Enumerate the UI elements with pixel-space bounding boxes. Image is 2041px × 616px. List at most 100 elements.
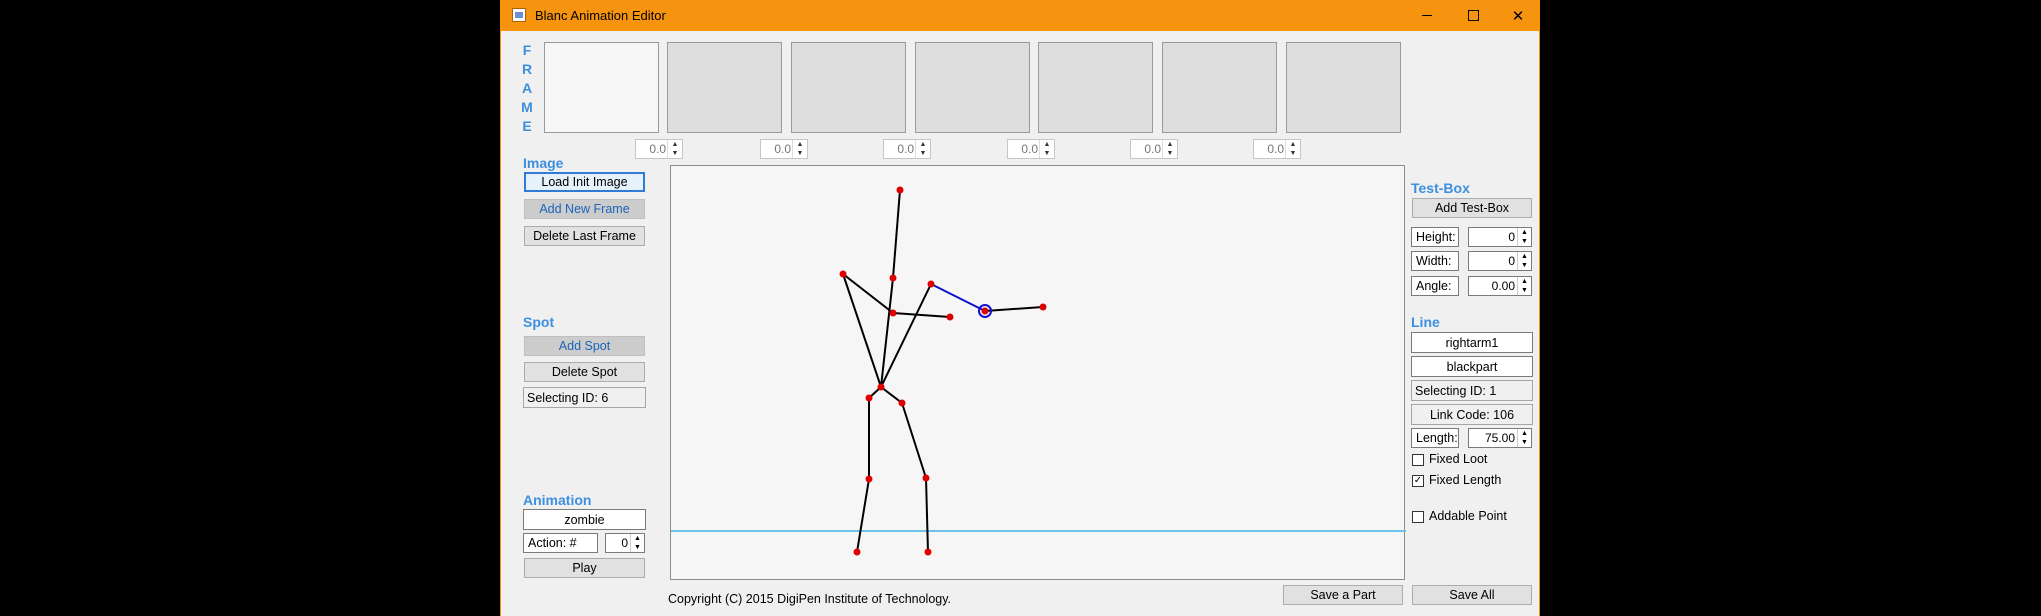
width-spinner[interactable]: 0 ▲ ▼	[1468, 251, 1532, 271]
fixed-length-checkbox[interactable]: ✓	[1412, 475, 1424, 487]
bone-leftarm[interactable]	[842, 273, 882, 388]
width-value: 0	[1508, 254, 1515, 268]
width-label: Width:	[1411, 251, 1459, 271]
joint-right-foot[interactable]	[924, 548, 932, 556]
angle-spinner[interactable]: 0.00 ▲ ▼	[1468, 276, 1532, 296]
bone-left-shin[interactable]	[856, 478, 870, 553]
spinner-arrows-icon[interactable]: ▲ ▼	[1517, 252, 1531, 270]
joint-head[interactable]	[896, 186, 904, 194]
frame-duration-value: 0.0	[897, 142, 914, 156]
spinner-arrows-icon[interactable]: ▲ ▼	[915, 140, 930, 158]
line-part-input[interactable]: blackpart	[1411, 356, 1533, 377]
joint-chest[interactable]	[889, 309, 897, 317]
height-value: 0	[1508, 230, 1515, 244]
bone-rightarm-root[interactable]	[880, 283, 932, 388]
frame-thumbnail-3[interactable]	[791, 42, 906, 133]
spinner-arrows-icon[interactable]: ▲ ▼	[1039, 140, 1054, 158]
frame-thumbnail-2[interactable]	[667, 42, 782, 133]
add-testbox-button[interactable]: Add Test-Box	[1412, 198, 1532, 218]
skeleton-bones	[842, 189, 1044, 553]
bone-hip-right[interactable]	[880, 386, 903, 404]
spot-selecting-id: Selecting ID: 6	[523, 387, 646, 408]
action-number-spinner[interactable]: 0 ▲ ▼	[605, 533, 645, 553]
spinner-arrows-icon[interactable]: ▲ ▼	[1285, 140, 1300, 158]
bone-right-shin[interactable]	[925, 477, 929, 553]
joint-left-elbow[interactable]	[946, 313, 954, 321]
joint-right-shoulder[interactable]	[927, 280, 935, 288]
image-section-title: Image	[523, 155, 564, 171]
frame-label-letter: R	[521, 61, 533, 77]
app-window: Blanc Animation Editor ✕ F R A M E 0.0 ▲…	[500, 0, 1540, 616]
joint-right-hip[interactable]	[898, 399, 906, 407]
delete-last-frame-button[interactable]: Delete Last Frame	[524, 226, 645, 246]
add-spot-button[interactable]: Add Spot	[524, 336, 645, 356]
copyright-text: Copyright (C) 2015 DigiPen Institute of …	[668, 592, 952, 606]
frame-label-letter: A	[521, 80, 533, 96]
frame-duration-value: 0.0	[1267, 142, 1284, 156]
line-name-input[interactable]: rightarm1	[1411, 332, 1533, 353]
fixed-length-label[interactable]: Fixed Length	[1429, 473, 1501, 487]
bone-rightarm2[interactable]	[984, 306, 1044, 312]
joint-right-elbow[interactable]	[981, 307, 989, 315]
joint-left-hip[interactable]	[865, 394, 873, 402]
length-label: Length:	[1411, 428, 1459, 448]
spinner-arrows-icon[interactable]: ▲ ▼	[1517, 429, 1531, 447]
animation-name-input[interactable]: zombie	[523, 509, 646, 530]
frame-duration-value: 0.0	[649, 142, 666, 156]
action-number-value: 0	[621, 536, 628, 550]
frame-duration-spinner[interactable]: 0.0 ▲ ▼	[760, 139, 808, 159]
joint-left-hand[interactable]	[839, 270, 847, 278]
joint-right-knee[interactable]	[922, 474, 930, 482]
testbox-section-title: Test-Box	[1411, 180, 1470, 196]
addable-point-label[interactable]: Addable Point	[1429, 509, 1507, 523]
height-spinner[interactable]: 0 ▲ ▼	[1468, 227, 1532, 247]
close-icon: ✕	[1511, 7, 1525, 25]
frame-duration-spinner[interactable]: 0.0 ▲ ▼	[883, 139, 931, 159]
link-code-display: Link Code: 106	[1411, 404, 1533, 425]
action-label: Action: #	[523, 533, 598, 553]
frame-thumbnail-7[interactable]	[1286, 42, 1401, 133]
close-button[interactable]: ✕	[1495, 0, 1541, 31]
add-new-frame-button[interactable]: Add New Frame	[524, 199, 645, 219]
frame-thumbnail-5[interactable]	[1038, 42, 1153, 133]
bone-rightarm1-selected[interactable]	[930, 283, 986, 312]
spinner-arrows-icon[interactable]: ▲ ▼	[1162, 140, 1177, 158]
joint-pelvis[interactable]	[877, 383, 885, 391]
addable-point-checkbox[interactable]	[1412, 511, 1424, 523]
spinner-arrows-icon[interactable]: ▲ ▼	[630, 534, 644, 552]
spinner-arrows-icon[interactable]: ▲ ▼	[1517, 228, 1531, 246]
spinner-arrows-icon[interactable]: ▲ ▼	[1517, 277, 1531, 295]
minimize-icon	[1422, 15, 1432, 16]
frame-thumbnail-6[interactable]	[1162, 42, 1277, 133]
skeleton-drawing[interactable]	[671, 166, 1406, 581]
bone-right-thigh[interactable]	[901, 402, 927, 479]
frame-duration-value: 0.0	[1144, 142, 1161, 156]
save-all-button[interactable]: Save All	[1412, 585, 1532, 605]
spinner-arrows-icon[interactable]: ▲ ▼	[792, 140, 807, 158]
load-init-image-button[interactable]: Load Init Image	[524, 172, 645, 192]
save-part-button[interactable]: Save a Part	[1283, 585, 1403, 605]
bone-shoulder[interactable]	[892, 312, 951, 318]
joint-right-hand[interactable]	[1039, 303, 1047, 311]
frame-duration-spinner[interactable]: 0.0 ▲ ▼	[1253, 139, 1301, 159]
joint-left-foot[interactable]	[853, 548, 861, 556]
minimize-button[interactable]	[1404, 0, 1450, 31]
frame-duration-spinner[interactable]: 0.0 ▲ ▼	[635, 139, 683, 159]
frame-duration-spinner[interactable]: 0.0 ▲ ▼	[1130, 139, 1178, 159]
maximize-button[interactable]	[1450, 0, 1496, 31]
play-button[interactable]: Play	[524, 558, 645, 578]
fixed-loot-checkbox[interactable]	[1412, 454, 1424, 466]
fixed-loot-label[interactable]: Fixed Loot	[1429, 452, 1487, 466]
joint-left-knee[interactable]	[865, 475, 873, 483]
frame-thumbnail-4[interactable]	[915, 42, 1030, 133]
spinner-arrows-icon[interactable]: ▲ ▼	[667, 140, 682, 158]
skeleton-canvas[interactable]	[670, 165, 1406, 581]
delete-spot-button[interactable]: Delete Spot	[524, 362, 645, 382]
checkmark-icon: ✓	[1413, 475, 1423, 486]
bone-head-neck[interactable]	[892, 189, 901, 279]
joint-neck[interactable]	[889, 274, 897, 282]
length-spinner[interactable]: 75.00 ▲ ▼	[1468, 428, 1532, 448]
frame-thumbnail-1[interactable]	[544, 42, 659, 133]
bone-spine[interactable]	[880, 277, 894, 388]
frame-duration-spinner[interactable]: 0.0 ▲ ▼	[1007, 139, 1055, 159]
